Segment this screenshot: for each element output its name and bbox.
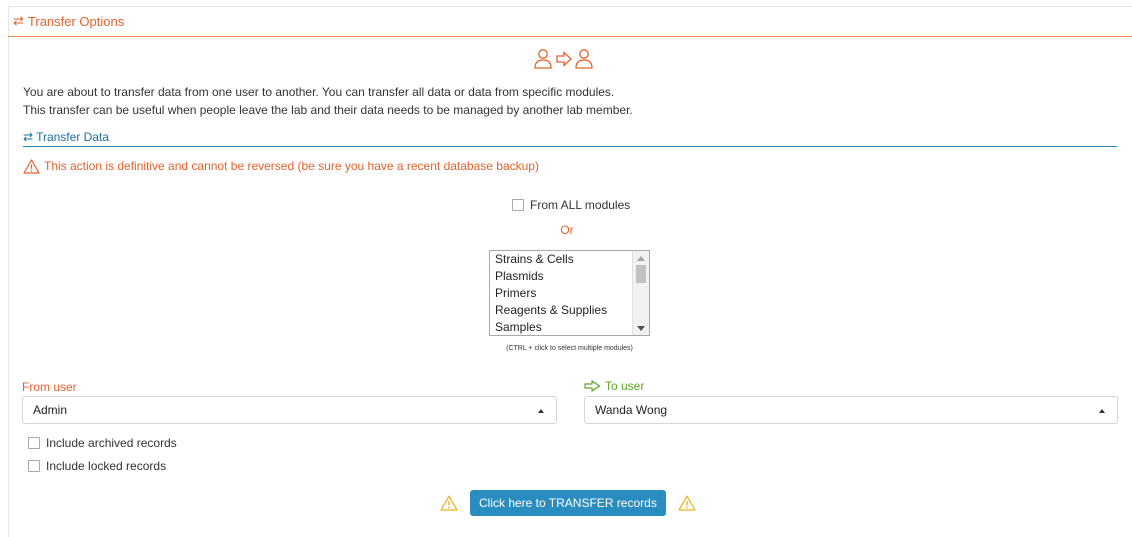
warning-triangle-icon (440, 495, 458, 511)
arrow-right-icon (584, 380, 601, 392)
scrollbar-thumb[interactable] (636, 265, 646, 283)
panel-header: ⇄ Transfer Options (8, 6, 1132, 37)
scroll-down-icon[interactable] (637, 326, 645, 331)
or-label: Or (560, 223, 574, 237)
section-title: Transfer Data (36, 130, 109, 144)
module-option[interactable]: Reagents & Supplies (490, 302, 649, 319)
panel-title: Transfer Options (27, 13, 125, 29)
include-archived-checkbox[interactable] (28, 437, 40, 449)
from-user-label: From user (22, 380, 77, 394)
scroll-up-icon[interactable] (637, 256, 645, 261)
listbox-scrollbar[interactable] (632, 251, 649, 335)
include-archived-label[interactable]: Include archived records (46, 436, 177, 450)
to-user-select[interactable]: Wanda Wong (584, 396, 1118, 424)
user-to-user-icon (534, 49, 593, 69)
module-option[interactable]: Primers (490, 285, 649, 302)
warning-triangle-icon (678, 495, 696, 511)
warning-message: This action is definitive and cannot be … (23, 157, 539, 175)
chevron-up-icon[interactable] (538, 409, 544, 413)
warning-triangle-icon (23, 158, 40, 174)
section-transfer-data: ⇄ Transfer Data (23, 128, 1117, 147)
all-modules-label[interactable]: From ALL modules (530, 198, 630, 212)
transfer-action-row: Click here to TRANSFER records (440, 490, 696, 516)
module-option[interactable]: Plasmids (490, 268, 649, 285)
modules-listbox[interactable]: Strains & Cells Plasmids Primers Reagent… (489, 250, 650, 336)
module-option[interactable]: Samples (490, 319, 649, 335)
chevron-up-icon[interactable] (1099, 409, 1105, 413)
all-modules-option[interactable]: From ALL modules (512, 198, 630, 212)
transfer-records-button[interactable]: Click here to TRANSFER records (470, 490, 666, 516)
modules-hint: (CTRL + click to select multiple modules… (506, 345, 633, 352)
intro-text: You are about to transfer data from one … (23, 83, 1103, 119)
from-user-value[interactable]: Admin (33, 403, 67, 417)
include-locked-label[interactable]: Include locked records (46, 459, 166, 473)
all-modules-checkbox[interactable] (512, 199, 524, 211)
intro-line-2: This transfer can be useful when people … (23, 103, 633, 117)
transfer-arrows-icon: ⇄ (23, 130, 34, 144)
from-user-select[interactable]: Admin (22, 396, 557, 424)
include-archived-option[interactable]: Include archived records (28, 436, 177, 450)
to-user-label: To user (605, 379, 645, 393)
module-option[interactable]: Strains & Cells (490, 251, 649, 268)
to-user-value[interactable]: Wanda Wong (595, 403, 667, 417)
to-user-label-group: To user (584, 379, 644, 393)
include-locked-option[interactable]: Include locked records (28, 459, 166, 473)
warning-text: This action is definitive and cannot be … (44, 159, 539, 173)
transfer-arrows-icon: ⇄ (13, 13, 24, 28)
include-locked-checkbox[interactable] (28, 460, 40, 472)
intro-line-1: You are about to transfer data from one … (23, 85, 615, 99)
